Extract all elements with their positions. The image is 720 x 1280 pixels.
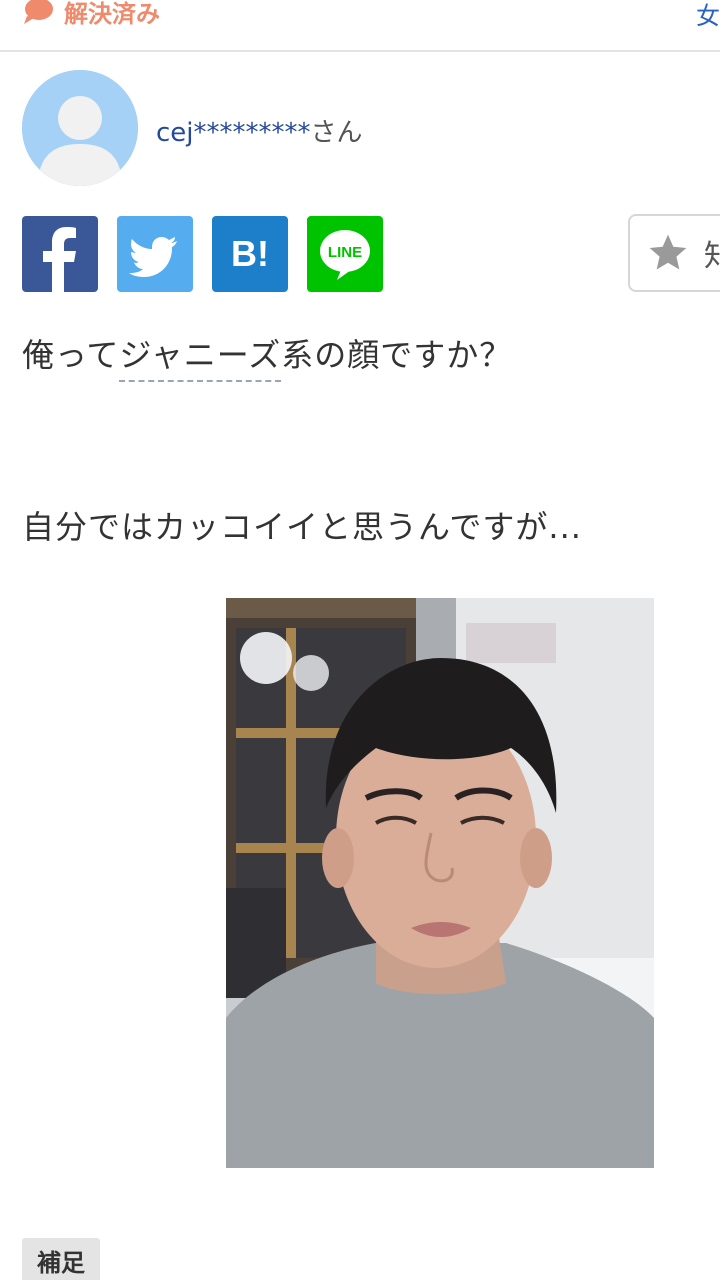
- avatar[interactable]: [22, 70, 138, 186]
- facebook-icon: [43, 227, 76, 292]
- question-page: 解決済み 女 cej********* さん B! LINE 知 俺ってジャニー…: [0, 0, 720, 1280]
- hatena-text: B!: [231, 233, 269, 274]
- status-bar: 解決済み 女: [0, 0, 720, 52]
- question-prefix: 俺って: [22, 336, 120, 374]
- star-icon: [649, 234, 687, 270]
- speech-bubble-icon: [24, 0, 53, 24]
- favorite-label: 知: [704, 239, 720, 274]
- question-text-line1: 俺ってジャニーズ系の顔ですか？: [22, 330, 513, 382]
- supplement-badge: 補足: [22, 1238, 100, 1280]
- hatena-bookmark-share-button[interactable]: B!: [212, 216, 288, 292]
- default-user-avatar-icon: [22, 70, 138, 186]
- category-link[interactable]: 女: [696, 0, 720, 30]
- line-share-button[interactable]: LINE: [307, 216, 383, 292]
- line-text: LINE: [328, 244, 362, 261]
- question-suffix: 系の顔ですか？: [281, 336, 513, 374]
- resolved-badge: 解決済み: [22, 0, 160, 28]
- photo-image: [226, 598, 654, 1168]
- user-suffix: さん: [310, 118, 363, 148]
- attached-photo[interactable]: [226, 598, 654, 1168]
- twitter-icon: [129, 237, 177, 277]
- twitter-share-button[interactable]: [117, 216, 193, 292]
- user-name[interactable]: cej********* さん: [156, 112, 363, 149]
- question-text-line2: 自分ではカッコイイと思うんですが...: [22, 508, 582, 546]
- line-icon: LINE: [320, 230, 370, 280]
- favorite-button[interactable]: 知: [628, 214, 720, 292]
- facebook-share-button[interactable]: [22, 216, 98, 292]
- keyword-link[interactable]: ジャニーズ: [119, 336, 282, 382]
- resolved-label: 解決済み: [64, 0, 160, 28]
- user-id[interactable]: cej*********: [156, 118, 311, 148]
- hatena-bookmark-icon: B!: [231, 233, 269, 274]
